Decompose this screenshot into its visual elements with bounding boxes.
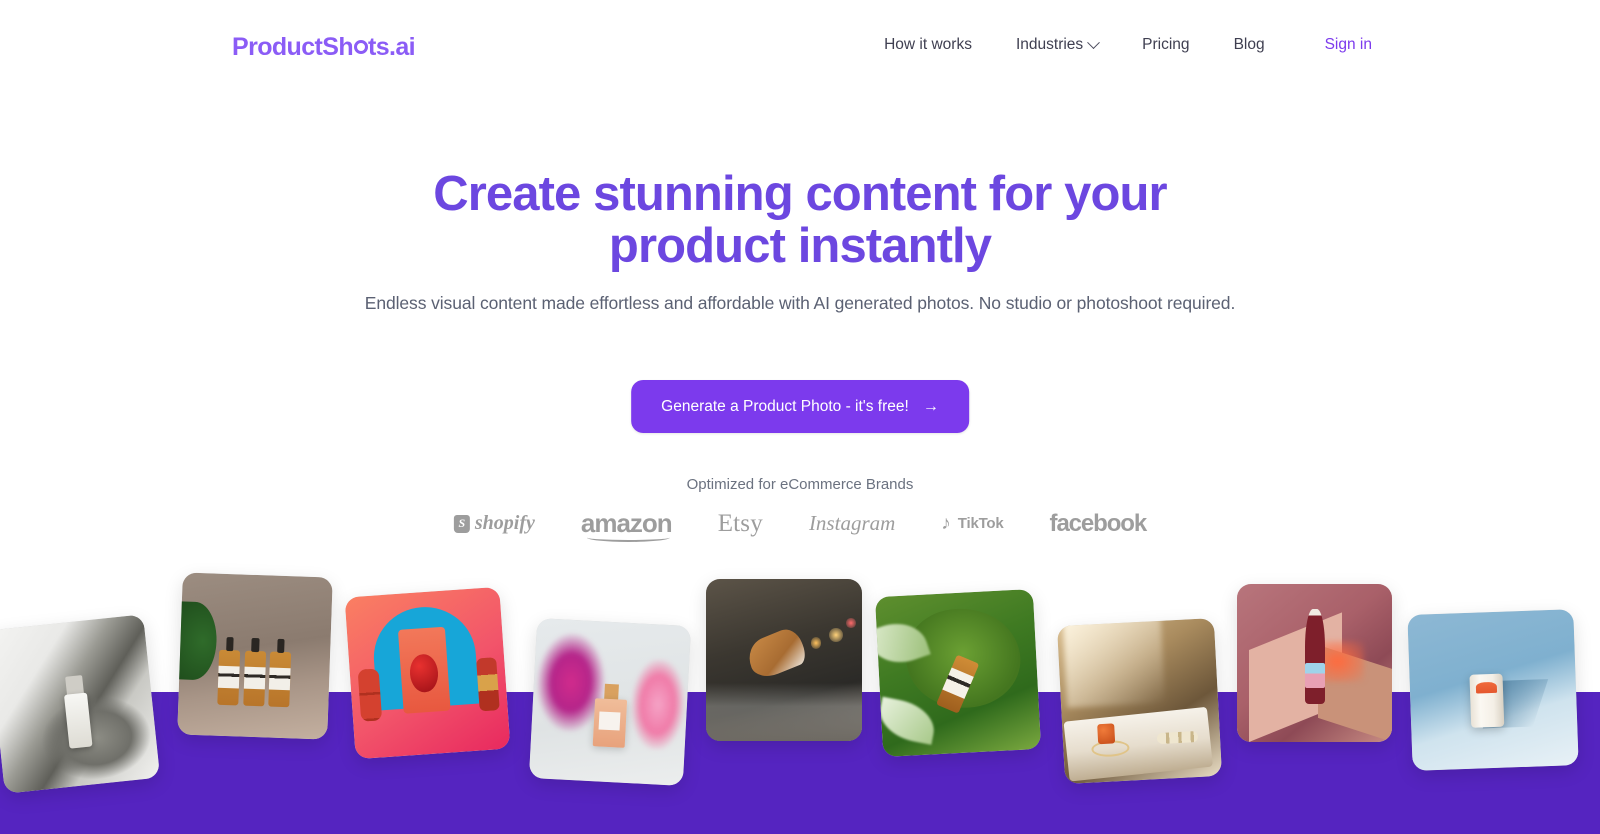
brand-logo-row: shopify amazon Etsy Instagram ♪ TikTok f…: [453, 508, 1148, 542]
cta-label: Generate a Product Photo - it's free!: [661, 397, 909, 415]
gallery-image-pouch: [344, 586, 511, 760]
brand-logo-etsy: Etsy: [718, 510, 763, 538]
tiktok-label: TikTok: [957, 515, 1004, 532]
gallery-card-moss-bottle[interactable]: [874, 588, 1042, 758]
sign-in-link[interactable]: Sign in: [1287, 36, 1372, 54]
gallery-image-wine: [1237, 584, 1392, 742]
bottle-3: [268, 651, 292, 708]
leaf-decor: [177, 601, 218, 681]
bottle-1: [217, 649, 241, 706]
bottle-2: [242, 650, 266, 707]
site-header: Product Sh ts.ai How it works Industries P…: [0, 0, 1600, 96]
brand-logo-shopify: shopify: [453, 512, 535, 535]
tiktok-note-icon: ♪: [941, 512, 951, 534]
bokeh-light-1: [829, 627, 844, 643]
gallery-image-sneaker: [706, 579, 862, 741]
stack-left-decor: [357, 668, 383, 722]
page-title: Create stunning content for your product…: [433, 167, 1167, 274]
amazon-smile-icon: [586, 533, 670, 542]
nav-label-pricing: Pricing: [1142, 36, 1190, 53]
sign-in-label: Sign in: [1324, 36, 1372, 53]
nav-item-industries[interactable]: Industries: [994, 35, 1120, 54]
cola-can: [1469, 674, 1505, 729]
brand-logo-facebook: facebook: [1049, 509, 1148, 538]
gallery-card-cola[interactable]: [1407, 609, 1579, 771]
arrow-right-icon: →: [922, 397, 939, 415]
brand-logo[interactable]: Product Sh ts.ai: [232, 33, 416, 62]
wine-label: [1305, 663, 1326, 689]
brand-logo-tiktok: ♪ TikTok: [941, 513, 1003, 535]
logo-text-part2: Sh: [322, 33, 353, 61]
brand-logo-amazon: amazon: [581, 508, 673, 542]
shopify-bag-icon: [453, 514, 470, 533]
etsy-label: Etsy: [717, 509, 763, 537]
gallery-card-serum[interactable]: [0, 614, 161, 794]
gallery-image-perfume: [528, 618, 692, 786]
pink-smoke-right: [629, 658, 687, 751]
main-navigation: How it works Industries Pricing Blog Sig…: [862, 35, 1372, 54]
logo-text-part1: Product: [232, 33, 323, 61]
aperture-circle-icon: [353, 40, 368, 54]
gallery-card-pouch[interactable]: [344, 586, 511, 760]
nav-item-pricing[interactable]: Pricing: [1120, 36, 1211, 54]
sneaker-shape: [742, 624, 810, 683]
brand-logo-instagram: Instagram: [809, 511, 895, 536]
generate-product-photo-button[interactable]: Generate a Product Photo - it's free! →: [631, 380, 969, 433]
gallery-card-ring[interactable]: [1056, 617, 1223, 785]
optimized-for-label: Optimized for eCommerce Brands: [686, 476, 914, 493]
chevron-down-icon: [1087, 35, 1101, 49]
gallery-card-perfume[interactable]: [528, 618, 692, 786]
bokeh-light-2: [810, 637, 822, 649]
nav-label-industries: Industries: [1015, 36, 1084, 53]
stone-slab: [1063, 706, 1214, 782]
bokeh-light-3: [846, 617, 856, 628]
gallery-image-serum: [0, 614, 161, 794]
nav-item-blog[interactable]: Blog: [1212, 36, 1287, 54]
leaf-front-2: [875, 696, 939, 745]
hero-subtitle: Endless visual content made effortless a…: [364, 293, 1236, 313]
water-splash: [706, 682, 862, 741]
gallery-image-amber-bottles: [177, 572, 333, 740]
gallery-image-ring: [1056, 617, 1223, 785]
wine-bottle: [1305, 609, 1326, 705]
sun-ray-flare: [1062, 617, 1165, 708]
gallery-card-sneaker[interactable]: [706, 579, 862, 741]
instagram-label: Instagram: [808, 511, 896, 535]
gallery-card-wine[interactable]: [1237, 584, 1392, 742]
shopify-label: shopify: [474, 512, 535, 534]
nav-item-how-it-works[interactable]: How it works: [862, 36, 994, 54]
stack-right-decor: [476, 656, 501, 712]
perfume-bottle: [592, 697, 628, 748]
facebook-label: facebook: [1049, 509, 1148, 537]
nav-label-blog: Blog: [1233, 36, 1265, 53]
gallery-card-amber-bottles[interactable]: [177, 572, 333, 740]
gemstone: [1096, 722, 1115, 745]
logo-text-part3: ts.ai: [368, 33, 416, 61]
landing-page: Product Sh ts.ai How it works Industries P…: [0, 0, 1600, 834]
gallery-image-cola: [1407, 609, 1579, 771]
nav-label-how-it-works: How it works: [884, 36, 972, 53]
gallery-image-moss-bottle: [874, 588, 1042, 758]
